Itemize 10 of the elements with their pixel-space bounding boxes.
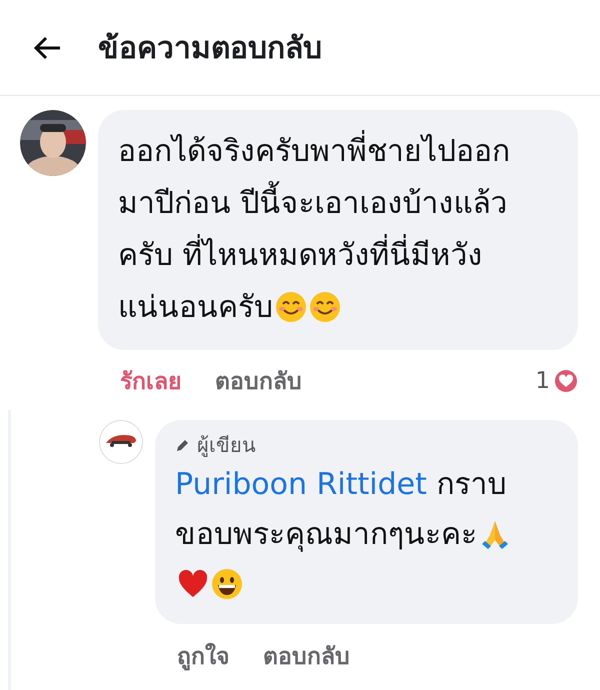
reaction-count: 1 [535, 368, 550, 394]
reply-button[interactable]: ตอบกลับ [263, 638, 350, 674]
mention-link[interactable]: Puriboon Rittidet [175, 467, 427, 502]
react-button[interactable]: รักเลย [120, 363, 181, 399]
page-title: ข้อความตอบกลับ [98, 30, 322, 68]
pen-icon [175, 437, 191, 453]
reply-button[interactable]: ตอบกลับ [215, 363, 302, 399]
react-button[interactable]: ถูกใจ [177, 638, 229, 674]
reply-text: Puriboon Rittidet กราบขอบพระคุณมากๆนะคะ [175, 467, 506, 552]
author-label: ผู้เขียน [197, 432, 256, 459]
